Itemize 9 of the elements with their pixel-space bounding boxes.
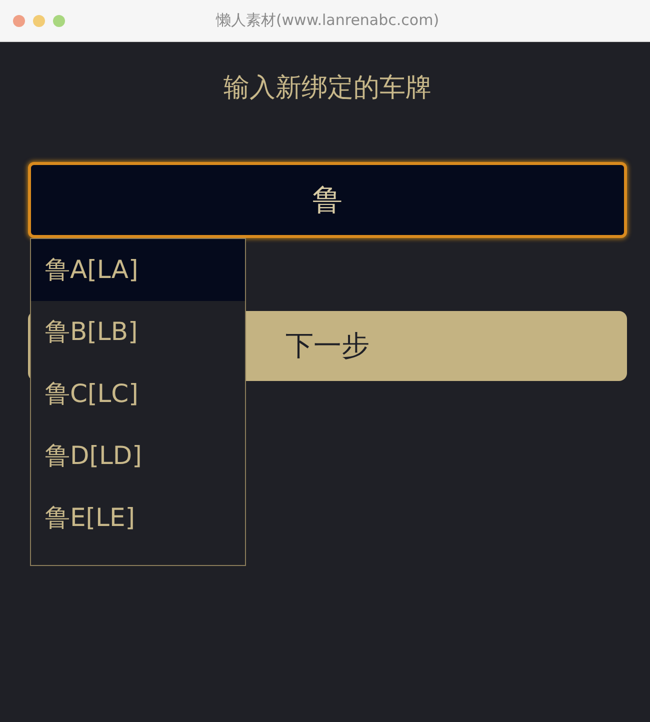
window-title: 懒人素材(www.lanrenabc.com) xyxy=(214,11,440,30)
page-heading: 输入新绑定的车牌 xyxy=(224,72,432,105)
suggestion-item[interactable]: 鲁A[LA] xyxy=(31,239,245,301)
minimize-icon[interactable] xyxy=(33,14,45,26)
close-icon[interactable] xyxy=(13,14,25,26)
suggestion-item[interactable]: 鲁E[LE] xyxy=(31,487,245,549)
plate-input-field[interactable]: 鲁 xyxy=(28,162,627,238)
suggestion-item[interactable]: 鲁D[LD] xyxy=(31,425,245,487)
maximize-icon[interactable] xyxy=(53,14,65,26)
